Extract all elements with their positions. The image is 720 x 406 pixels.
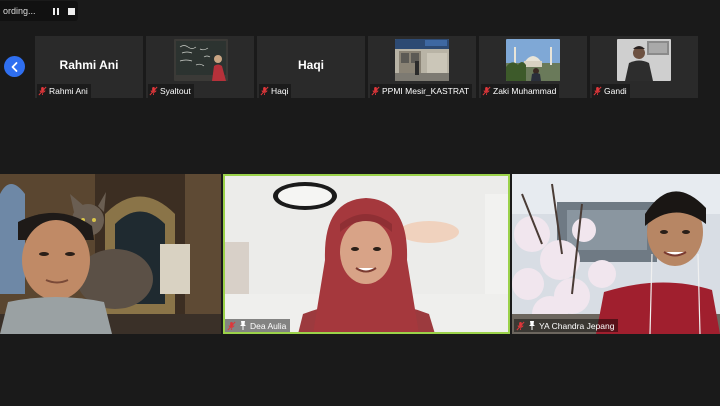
mic-muted-icon [260, 86, 269, 96]
participant-label: Zaki Muhammad [481, 84, 560, 98]
participant-thumbnail[interactable]: Gandi [590, 36, 698, 98]
participant-video [395, 39, 449, 81]
pin-icon [240, 321, 246, 330]
video-feed-image [512, 174, 720, 334]
participant-name-display: Rahmi Ani [59, 58, 119, 72]
participant-thumbnail[interactable]: PPMI Mesir_KASTRAT [368, 36, 476, 98]
recording-indicator: ording... [0, 1, 78, 21]
recording-text: ording... [3, 6, 36, 16]
mic-muted-icon [482, 86, 491, 96]
video-feed-image [617, 39, 671, 81]
participant-label: Dea Aulia [225, 319, 291, 332]
mic-muted-icon [227, 321, 236, 330]
pause-icon [52, 7, 59, 15]
stop-icon [68, 7, 76, 15]
video-feed-image [174, 39, 228, 81]
mic-muted-icon [593, 86, 602, 96]
participant-thumbnail[interactable]: Haqi Haqi [257, 36, 365, 98]
participant-label: Haqi [259, 84, 292, 98]
mic-muted-icon [149, 86, 158, 96]
participant-video-tile[interactable] [0, 174, 221, 334]
participant-label-text: PPMI Mesir_KASTRAT [382, 86, 470, 96]
gallery-strip: Rahmi Ani Rahmi Ani Syaltout Haqi Haqi P… [35, 36, 698, 98]
participant-label: YA Chandra Jepang [514, 319, 619, 332]
video-feed-image [0, 174, 221, 334]
mic-muted-icon [38, 86, 47, 96]
participant-thumbnail[interactable]: Zaki Muhammad [479, 36, 587, 98]
chevron-left-icon [11, 61, 17, 72]
participant-label-text: Dea Aulia [250, 320, 287, 331]
participant-video-tile[interactable]: YA Chandra Jepang [512, 174, 720, 334]
participant-thumbnail[interactable]: Rahmi Ani Rahmi Ani [35, 36, 143, 98]
participant-video [174, 39, 228, 81]
participant-name-display: Haqi [297, 58, 324, 72]
mic-muted-icon [516, 321, 525, 330]
participant-label: Gandi [592, 84, 630, 98]
stop-recording-button[interactable] [66, 5, 78, 18]
participant-label-text: YA Chandra Jepang [539, 320, 615, 331]
participant-label-text: Syaltout [160, 86, 191, 96]
active-speaker-tile[interactable]: Dea Aulia [223, 174, 510, 334]
pause-recording-button[interactable] [50, 5, 62, 18]
participant-label: Rahmi Ani [37, 84, 91, 98]
previous-page-button[interactable] [4, 56, 25, 77]
participant-label: Syaltout [148, 84, 194, 98]
participant-video [617, 39, 671, 81]
video-feed-image [506, 39, 560, 81]
participant-label-text: Gandi [604, 86, 627, 96]
participant-label-text: Rahmi Ani [49, 86, 88, 96]
participant-label-text: Zaki Muhammad [493, 86, 557, 96]
participant-label-text: Haqi [271, 86, 289, 96]
mic-muted-icon [371, 86, 380, 96]
video-feed-image [395, 39, 449, 81]
video-feed-image [223, 174, 510, 334]
participant-thumbnail[interactable]: Syaltout [146, 36, 254, 98]
participant-label: PPMI Mesir_KASTRAT [370, 84, 473, 98]
pin-icon [529, 321, 535, 330]
participant-video [506, 39, 560, 81]
